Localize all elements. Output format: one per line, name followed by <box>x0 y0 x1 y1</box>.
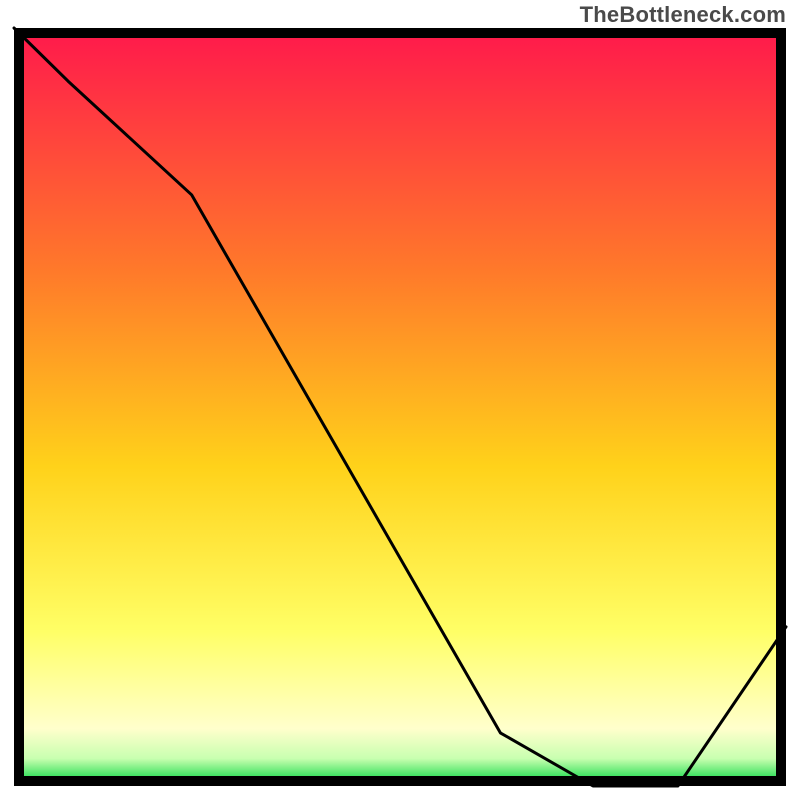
bottleneck-chart <box>0 0 800 800</box>
plot-area <box>14 28 786 786</box>
watermark-text: TheBottleneck.com <box>580 2 786 28</box>
chart-container: TheBottleneck.com <box>0 0 800 800</box>
plot-background <box>19 33 781 781</box>
